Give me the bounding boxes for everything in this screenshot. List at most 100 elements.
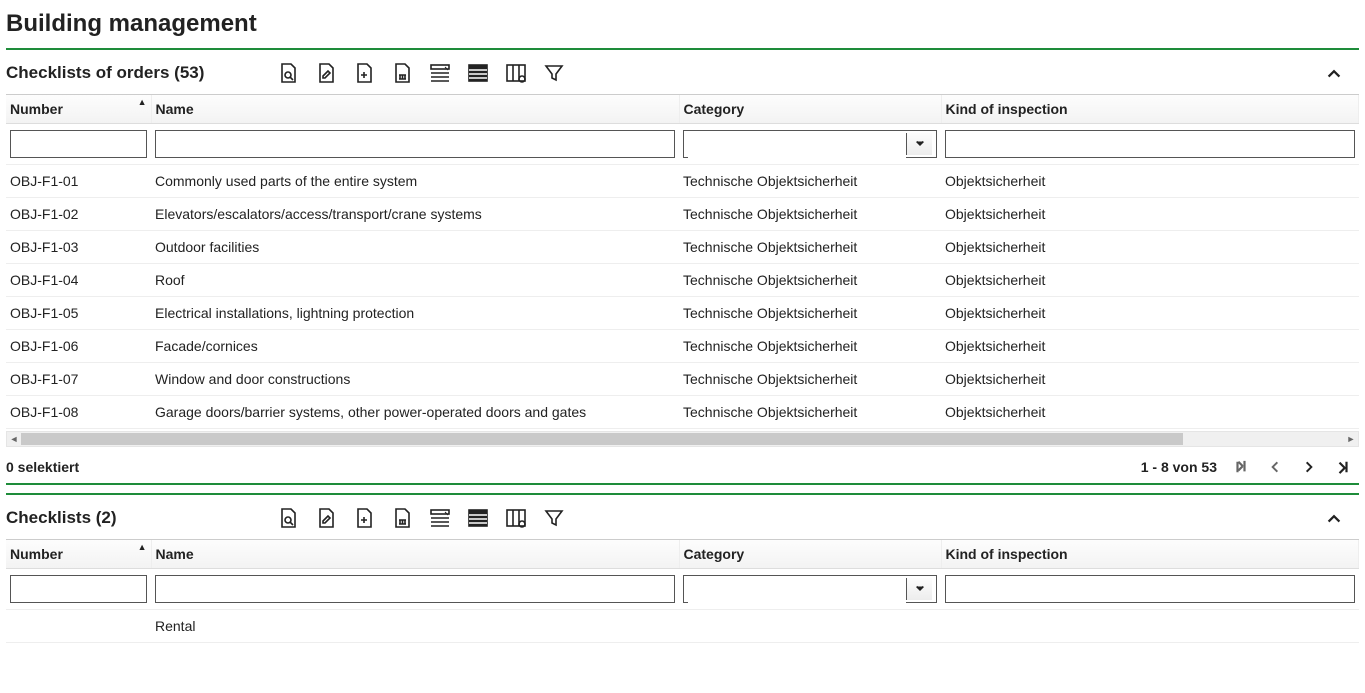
- cell-kind: Objektsicherheit: [941, 198, 1359, 231]
- pager: 1 - 8 von 53: [1141, 457, 1353, 477]
- cell-name: Rental: [151, 610, 679, 643]
- filter-name-input[interactable]: [155, 130, 675, 158]
- column-header-label: Name: [156, 101, 194, 117]
- table-row[interactable]: OBJ-F1-08 Garage doors/barrier systems, …: [6, 396, 1359, 429]
- cell-number: OBJ-F1-04: [6, 264, 151, 297]
- cell-category: Technische Objektsicherheit: [679, 297, 941, 330]
- table-row[interactable]: OBJ-F1-01 Commonly used parts of the ent…: [6, 165, 1359, 198]
- section-orders: Checklists of orders (53): [6, 48, 1359, 485]
- doc-view-icon[interactable]: [274, 504, 302, 532]
- section-checklists: Checklists (2): [6, 493, 1359, 643]
- pager-next-button[interactable]: [1299, 457, 1319, 477]
- scroll-right-icon[interactable]: ►: [1344, 432, 1358, 446]
- list-icon[interactable]: [464, 59, 492, 87]
- doc-delete-icon[interactable]: [388, 59, 416, 87]
- filter-category-input[interactable]: [688, 578, 906, 606]
- column-header[interactable]: Number ▲: [6, 540, 151, 569]
- collapse-toggle[interactable]: [1319, 58, 1349, 88]
- doc-delete-icon[interactable]: [388, 504, 416, 532]
- column-header[interactable]: Category: [679, 95, 941, 124]
- cell-number: OBJ-F1-08: [6, 396, 151, 429]
- data-grid: Number ▲ Name Category Kind of inspection: [6, 540, 1359, 643]
- cell-category: Technische Objektsicherheit: [679, 165, 941, 198]
- horizontal-scrollbar[interactable]: ◄ ►: [6, 431, 1359, 447]
- table-row[interactable]: OBJ-F1-06 Facade/cornices Technische Obj…: [6, 330, 1359, 363]
- dropdown-toggle-icon[interactable]: [906, 578, 932, 600]
- cell-number: OBJ-F1-06: [6, 330, 151, 363]
- cell-name: Commonly used parts of the entire system: [151, 165, 679, 198]
- funnel-icon[interactable]: [540, 504, 568, 532]
- cell-number: OBJ-F1-03: [6, 231, 151, 264]
- filter-kind-input[interactable]: [945, 575, 1355, 603]
- pager-prev-button[interactable]: [1265, 457, 1285, 477]
- cell-kind: Objektsicherheit: [941, 330, 1359, 363]
- cell-name: Roof: [151, 264, 679, 297]
- dropdown-toggle-icon[interactable]: [906, 133, 932, 155]
- selection-count: 0 selektiert: [6, 459, 79, 475]
- cell-category: Technische Objektsicherheit: [679, 330, 941, 363]
- cell-number: [6, 610, 151, 643]
- column-header[interactable]: Name: [151, 540, 679, 569]
- column-header[interactable]: Category: [679, 540, 941, 569]
- cell-kind: Objektsicherheit: [941, 264, 1359, 297]
- cell-name: Facade/cornices: [151, 330, 679, 363]
- column-header-label: Number: [10, 546, 63, 562]
- cell-kind: Objektsicherheit: [941, 363, 1359, 396]
- filter-kind-input[interactable]: [945, 130, 1355, 158]
- columns-icon[interactable]: [502, 59, 530, 87]
- collapse-toggle[interactable]: [1319, 503, 1349, 533]
- cell-name: Electrical installations, lightning prot…: [151, 297, 679, 330]
- doc-add-icon[interactable]: [350, 504, 378, 532]
- table-row[interactable]: OBJ-F1-03 Outdoor facilities Technische …: [6, 231, 1359, 264]
- column-header-label: Category: [684, 101, 745, 117]
- sort-asc-icon: ▲: [138, 97, 147, 107]
- filter-number-input[interactable]: [10, 130, 147, 158]
- pager-range: 1 - 8 von 53: [1141, 459, 1217, 475]
- funnel-icon[interactable]: [540, 59, 568, 87]
- scroll-left-icon[interactable]: ◄: [7, 432, 21, 446]
- cell-kind: [941, 610, 1359, 643]
- filter-row-icon[interactable]: [426, 504, 454, 532]
- cell-number: OBJ-F1-07: [6, 363, 151, 396]
- cell-name: Outdoor facilities: [151, 231, 679, 264]
- cell-category: [679, 610, 941, 643]
- columns-icon[interactable]: [502, 504, 530, 532]
- doc-edit-icon[interactable]: [312, 59, 340, 87]
- table-row[interactable]: OBJ-F1-05 Electrical installations, ligh…: [6, 297, 1359, 330]
- pager-first-button[interactable]: [1231, 457, 1251, 477]
- list-icon[interactable]: [464, 504, 492, 532]
- cell-category: Technische Objektsicherheit: [679, 264, 941, 297]
- doc-add-icon[interactable]: [350, 59, 378, 87]
- cell-number: OBJ-F1-05: [6, 297, 151, 330]
- data-grid: Number ▲ Name Category Kind of inspection: [6, 95, 1359, 429]
- table-row[interactable]: OBJ-F1-04 Roof Technische Objektsicherhe…: [6, 264, 1359, 297]
- column-header[interactable]: Number ▲: [6, 95, 151, 124]
- column-header-label: Number: [10, 101, 63, 117]
- toolbar: [274, 59, 568, 87]
- filter-row-icon[interactable]: [426, 59, 454, 87]
- column-header-label: Kind of inspection: [946, 101, 1068, 117]
- column-header[interactable]: Kind of inspection: [941, 95, 1359, 124]
- doc-view-icon[interactable]: [274, 59, 302, 87]
- toolbar: [274, 504, 568, 532]
- sort-asc-icon: ▲: [138, 542, 147, 552]
- column-header-label: Name: [156, 546, 194, 562]
- table-row[interactable]: Rental: [6, 610, 1359, 643]
- doc-edit-icon[interactable]: [312, 504, 340, 532]
- filter-category-input[interactable]: [688, 133, 906, 161]
- scroll-thumb[interactable]: [21, 433, 1183, 445]
- column-header[interactable]: Kind of inspection: [941, 540, 1359, 569]
- table-row[interactable]: OBJ-F1-07 Window and door constructions …: [6, 363, 1359, 396]
- table-row[interactable]: OBJ-F1-02 Elevators/escalators/access/tr…: [6, 198, 1359, 231]
- cell-number: OBJ-F1-01: [6, 165, 151, 198]
- cell-category: Technische Objektsicherheit: [679, 363, 941, 396]
- column-header[interactable]: Name: [151, 95, 679, 124]
- filter-category-combo[interactable]: [683, 575, 937, 603]
- column-header-label: Category: [684, 546, 745, 562]
- filter-number-input[interactable]: [10, 575, 147, 603]
- pager-last-button[interactable]: [1333, 457, 1353, 477]
- filter-category-combo[interactable]: [683, 130, 937, 158]
- cell-kind: Objektsicherheit: [941, 396, 1359, 429]
- filter-name-input[interactable]: [155, 575, 675, 603]
- cell-category: Technische Objektsicherheit: [679, 231, 941, 264]
